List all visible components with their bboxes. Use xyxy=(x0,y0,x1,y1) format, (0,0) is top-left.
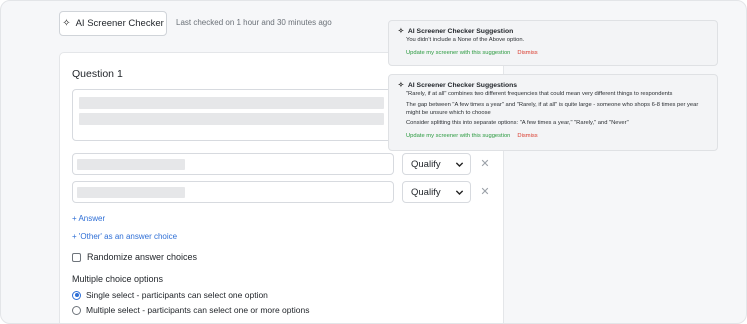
dismiss-button[interactable]: Dismiss xyxy=(517,133,537,139)
multi-select-label: Multiple select - participants can selec… xyxy=(86,305,310,315)
chevron-down-icon xyxy=(455,189,464,195)
single-select-radio[interactable] xyxy=(72,290,81,300)
suggestion-text: You didn't include a None of the Above o… xyxy=(406,37,525,43)
qualify-select[interactable]: Qualify xyxy=(402,153,471,175)
randomize-label: Randomize answer choices xyxy=(87,252,198,262)
qualify-select-value: Qualify xyxy=(411,186,441,198)
suggestion-actions: Update my screener with this suggestion … xyxy=(406,50,708,56)
dismiss-button[interactable]: Dismiss xyxy=(517,50,537,56)
placeholder-line xyxy=(77,159,185,170)
update-screener-button[interactable]: Update my screener with this suggestion xyxy=(406,50,510,56)
suggestion-text: "Rarely, if at all" combines two differe… xyxy=(406,91,673,97)
placeholder-line xyxy=(79,113,384,125)
suggestion-title: AI Screener Checker Suggestion xyxy=(407,28,514,35)
qualify-select-value: Qualify xyxy=(411,158,441,170)
sparkle-icon: ✧ xyxy=(62,17,71,29)
single-select-label: Single select - participants can select … xyxy=(86,290,268,300)
question-title: Question 1 xyxy=(72,68,123,80)
add-answer-link[interactable]: + Answer xyxy=(72,214,105,223)
suggestion-title: AI Screener Checker Suggestions xyxy=(407,82,518,89)
ai-screener-checker-button[interactable]: ✧ AI Screener Checker xyxy=(59,11,167,36)
sparkle-icon: ✧ xyxy=(398,82,404,89)
multi-select-option[interactable]: Multiple select - participants can selec… xyxy=(72,305,309,315)
checker-button-label: AI Screener Checker xyxy=(75,18,164,29)
close-icon[interactable]: ✕ xyxy=(480,185,490,198)
question-text-input[interactable] xyxy=(72,89,394,141)
suggestion-text: Consider splitting this into separate op… xyxy=(406,120,629,127)
suggestion-text: The gap between "A few times a year" and… xyxy=(406,101,699,116)
suggestion-panel: ✧ AI Screener Checker Suggestions "Rarel… xyxy=(388,74,718,151)
suggestion-header: ✧ AI Screener Checker Suggestions xyxy=(398,82,708,89)
close-icon[interactable]: ✕ xyxy=(480,157,490,170)
placeholder-line xyxy=(77,187,185,198)
answer-input[interactable] xyxy=(72,181,394,203)
suggestion-actions: Update my screener with this suggestion … xyxy=(406,133,708,139)
sparkle-icon: ✧ xyxy=(398,28,404,35)
add-other-link[interactable]: + 'Other' as an answer choice xyxy=(72,232,177,241)
suggestion-header: ✧ AI Screener Checker Suggestion xyxy=(398,28,708,35)
answer-input[interactable] xyxy=(72,153,394,175)
qualify-select[interactable]: Qualify xyxy=(402,181,471,203)
randomize-checkbox[interactable] xyxy=(72,252,81,262)
update-screener-button[interactable]: Update my screener with this suggestion xyxy=(406,133,510,139)
randomize-checkbox-row[interactable]: Randomize answer choices xyxy=(72,252,197,262)
suggestion-panel: ✧ AI Screener Checker Suggestion You did… xyxy=(388,20,718,66)
chevron-down-icon xyxy=(455,161,464,167)
single-select-option[interactable]: Single select - participants can select … xyxy=(72,290,268,300)
last-checked-text: Last checked on 1 hour and 30 minutes ag… xyxy=(176,18,332,27)
app-frame: ✧ AI Screener Checker Last checked on 1 … xyxy=(0,0,747,324)
multiple-choice-options-title: Multiple choice options xyxy=(72,274,164,284)
multi-select-radio[interactable] xyxy=(72,305,81,315)
placeholder-line xyxy=(79,97,384,109)
